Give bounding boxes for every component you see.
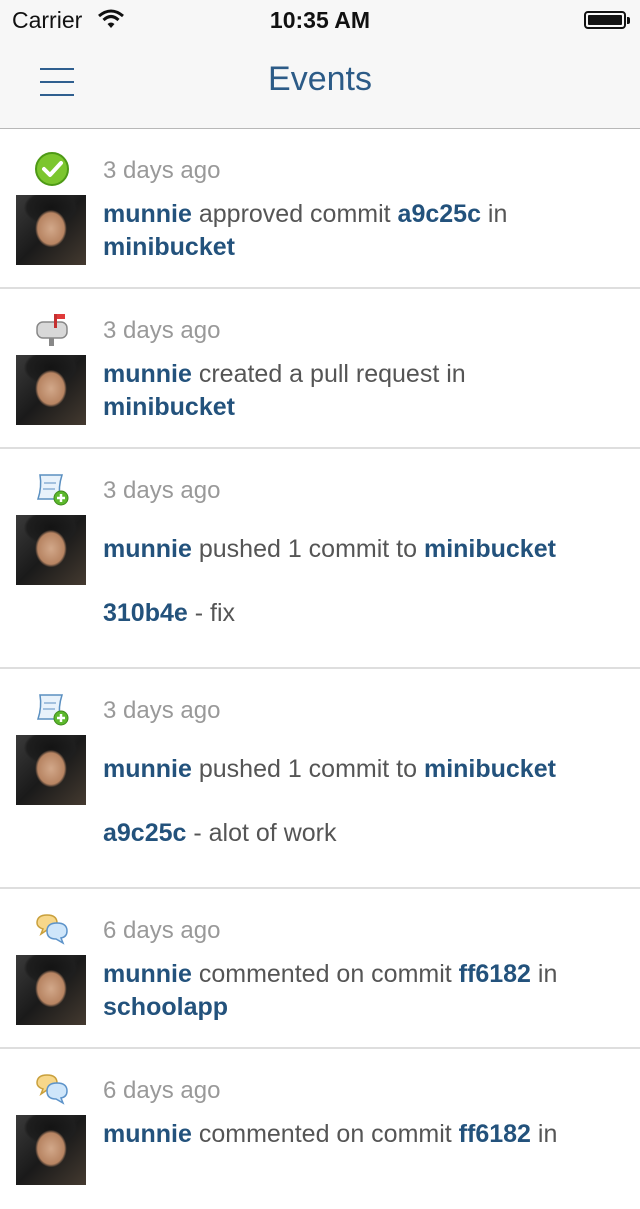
commit-entry: a9c25c - alot of work (103, 817, 623, 850)
event-time: 6 days ago (103, 1077, 221, 1104)
repo-link[interactable]: schoolapp (103, 993, 228, 1021)
event-description: munnie pushed 1 commit to minibucket (103, 535, 556, 563)
avatar[interactable] (16, 735, 86, 805)
user-link[interactable]: munnie (103, 360, 192, 388)
event-description: munnie commented on commit ff6182 in sch… (103, 960, 558, 1021)
event-time: 3 days ago (103, 697, 221, 724)
event-item[interactable]: 6 days ago munnie commented on commit ff… (0, 889, 640, 1049)
status-bar: Carrier 10:35 AM (0, 0, 640, 40)
events-feed[interactable]: 3 days ago munnie approved commit a9c25c… (0, 129, 640, 1209)
avatar[interactable] (16, 195, 86, 265)
commit-link[interactable]: 310b4e (103, 599, 188, 627)
repo-link[interactable]: minibucket (103, 393, 235, 421)
speech-bubbles-icon (36, 1074, 68, 1105)
commit-link[interactable]: a9c25c (398, 200, 481, 228)
avatar[interactable] (16, 355, 86, 425)
event-item[interactable]: 3 days ago munnie pushed 1 commit to min… (0, 669, 640, 889)
commit-message: - fix (187, 599, 236, 627)
event-description: munnie created a pull request in minibuc… (103, 360, 466, 421)
user-link[interactable]: munnie (103, 200, 192, 228)
event-time: 3 days ago (103, 477, 221, 504)
commit-message: - alot of work (186, 819, 337, 847)
avatar[interactable] (16, 515, 86, 585)
event-item[interactable]: 6 days ago munnie commented on commit ff… (0, 1049, 640, 1209)
commit-entry: 310b4e - fix (103, 597, 623, 630)
event-description: munnie commented on commit ff6182 in (103, 1120, 558, 1148)
mailbox-icon (36, 314, 68, 346)
event-item[interactable]: 3 days ago munnie approved commit a9c25c… (0, 129, 640, 289)
navigation-bar: Events (0, 40, 640, 129)
event-time: 3 days ago (103, 317, 221, 344)
event-time: 3 days ago (103, 157, 221, 184)
repo-link[interactable]: minibucket (103, 233, 235, 261)
page-title: Events (268, 60, 372, 98)
scroll-add-icon (36, 694, 69, 726)
clock: 10:35 AM (269, 7, 371, 33)
event-item[interactable]: 3 days ago munnie pushed 1 commit to min… (0, 449, 640, 669)
speech-bubbles-icon (36, 914, 68, 945)
battery-icon (584, 11, 630, 29)
event-description: munnie pushed 1 commit to minibucket (103, 755, 556, 783)
event-time: 6 days ago (103, 917, 221, 944)
commit-link[interactable]: a9c25c (103, 819, 186, 847)
avatar[interactable] (16, 955, 86, 1025)
avatar[interactable] (16, 1115, 86, 1185)
commit-link[interactable]: ff6182 (459, 1120, 531, 1148)
user-link[interactable]: munnie (103, 755, 192, 783)
repo-link[interactable]: minibucket (424, 755, 556, 783)
user-link[interactable]: munnie (103, 535, 192, 563)
event-description: munnie approved commit a9c25c in minibuc… (103, 200, 508, 261)
repo-link[interactable]: minibucket (424, 535, 556, 563)
user-link[interactable]: munnie (103, 960, 192, 988)
scroll-add-icon (36, 474, 69, 506)
checkmark-icon (35, 152, 69, 186)
commit-link[interactable]: ff6182 (459, 960, 531, 988)
user-link[interactable]: munnie (103, 1120, 192, 1148)
event-item[interactable]: 3 days ago munnie created a pull request… (0, 289, 640, 449)
